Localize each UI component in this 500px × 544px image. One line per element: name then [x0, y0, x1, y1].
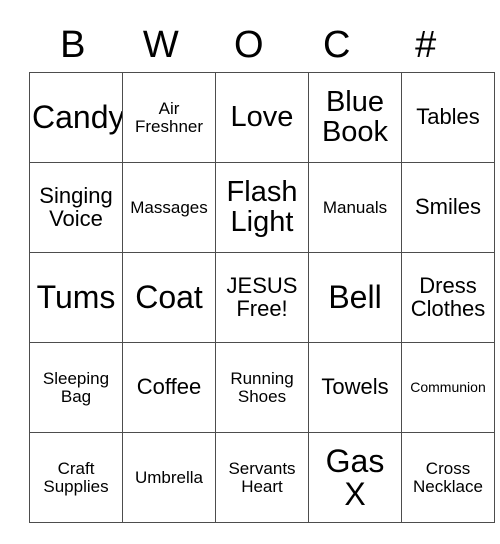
bingo-card: B W O C # Candy Air Freshner Love Blue B…	[29, 17, 495, 523]
bingo-cell-label: Love	[230, 100, 294, 133]
bingo-row: Candy Air Freshner Love Blue Book Tables	[29, 72, 495, 163]
bingo-cell-label: Manuals	[322, 197, 388, 217]
bingo-cell[interactable]: Towels	[308, 342, 402, 433]
bingo-cell-label: JESUS Free!	[226, 273, 298, 321]
bingo-cell[interactable]: Coat	[122, 252, 216, 343]
bingo-cell[interactable]: Blue Book	[308, 72, 402, 163]
bingo-cell[interactable]: Servants Heart	[215, 432, 309, 523]
bingo-cell-label: Craft Supplies	[43, 459, 109, 496]
bingo-cell[interactable]: Craft Supplies	[29, 432, 123, 523]
bingo-header-letter-3: C	[323, 23, 351, 66]
bingo-cell-label: Cross Necklace	[413, 459, 483, 496]
bingo-cell-label: Blue Book	[321, 85, 389, 148]
bingo-cell-label: Umbrella	[134, 467, 204, 487]
bingo-cell[interactable]: Smiles	[401, 162, 495, 253]
bingo-cell-label: Air Freshner	[134, 99, 204, 136]
bingo-cell[interactable]: Love	[215, 72, 309, 163]
bingo-header-letter-0: B	[60, 23, 86, 66]
bingo-cell-label: Tums	[36, 279, 116, 316]
bingo-cell-label: Candy	[32, 99, 123, 136]
bingo-row: Craft Supplies Umbrella Servants Heart G…	[29, 432, 495, 523]
bingo-cell-label: Servants Heart	[228, 459, 296, 496]
bingo-row: Singing Voice Massages Flash Light Manua…	[29, 162, 495, 253]
bingo-cell-label: Communion	[410, 379, 486, 396]
bingo-cell[interactable]: Tums	[29, 252, 123, 343]
bingo-cell[interactable]: Coffee	[122, 342, 216, 433]
bingo-cell[interactable]: Gas X	[308, 432, 402, 523]
bingo-header-letter-4: #	[415, 23, 437, 66]
bingo-cell-label: Towels	[321, 374, 389, 400]
bingo-cell-label: Sleeping Bag	[42, 369, 110, 406]
bingo-cell-label: Coffee	[136, 374, 202, 400]
bingo-cell[interactable]: Tables	[401, 72, 495, 163]
bingo-cell-label: Flash Light	[226, 175, 298, 238]
bingo-cell-label: Massages	[130, 197, 208, 217]
bingo-cell-label: Coat	[135, 279, 203, 316]
bingo-cell-label: Dress Clothes	[410, 273, 486, 321]
bingo-cell-label: Running Shoes	[230, 369, 294, 406]
bingo-cell[interactable]: Dress Clothes	[401, 252, 495, 343]
bingo-cell[interactable]: Candy	[29, 72, 123, 163]
bingo-cell[interactable]: Umbrella	[122, 432, 216, 523]
bingo-cell-label: Tables	[416, 104, 480, 130]
bingo-cell[interactable]: Communion	[401, 342, 495, 433]
bingo-cell[interactable]: Singing Voice	[29, 162, 123, 253]
bingo-cell[interactable]: Air Freshner	[122, 72, 216, 163]
bingo-row: Tums Coat JESUS Free! Bell Dress Clothes	[29, 252, 495, 343]
bingo-header-letter-2: O	[233, 23, 265, 66]
bingo-cell[interactable]: Sleeping Bag	[29, 342, 123, 433]
bingo-cell[interactable]: JESUS Free!	[215, 252, 309, 343]
bingo-header-letter-1: W	[142, 23, 180, 66]
bingo-cell-label: Bell	[328, 279, 382, 316]
bingo-cell[interactable]: Massages	[122, 162, 216, 253]
bingo-cell[interactable]: Bell	[308, 252, 402, 343]
bingo-cell[interactable]: Running Shoes	[215, 342, 309, 433]
bingo-cell[interactable]: Cross Necklace	[401, 432, 495, 523]
bingo-cell[interactable]: Manuals	[308, 162, 402, 253]
bingo-cell-label: Gas X	[325, 442, 385, 512]
bingo-row: Sleeping Bag Coffee Running Shoes Towels…	[29, 342, 495, 433]
bingo-cell[interactable]: Flash Light	[215, 162, 309, 253]
bingo-header-row: B W O C #	[29, 17, 471, 72]
bingo-grid: Candy Air Freshner Love Blue Book Tables…	[29, 72, 495, 523]
bingo-cell-label: Singing Voice	[39, 183, 113, 231]
bingo-cell-label: Smiles	[414, 194, 481, 220]
